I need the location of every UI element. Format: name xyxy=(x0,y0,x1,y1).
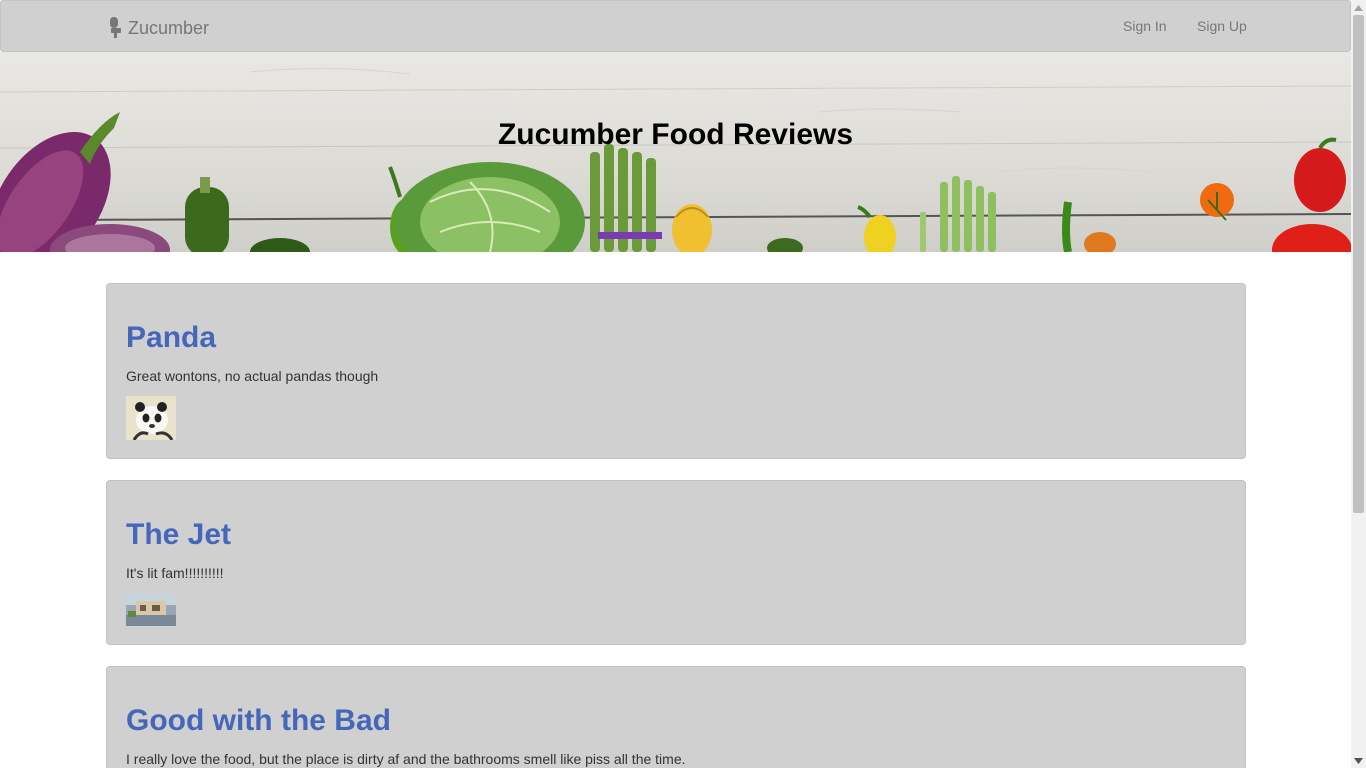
sign-in-link[interactable]: Sign In xyxy=(1123,18,1167,34)
review-card: Good with the Bad I really love the food… xyxy=(106,666,1246,768)
review-card: Panda Great wontons, no actual pandas th… xyxy=(106,283,1246,459)
scroll-up-arrow-icon[interactable] xyxy=(1351,0,1366,15)
brand-link[interactable]: Zucumber xyxy=(108,15,209,41)
scrollbar-thumb[interactable] xyxy=(1353,15,1364,513)
panda-thumbnail[interactable] xyxy=(126,396,176,440)
review-card: The Jet It's lit fam!!!!!!!!!! xyxy=(106,480,1246,645)
review-title-link[interactable]: Panda xyxy=(126,321,216,355)
navbar: Zucumber Sign In Sign Up xyxy=(0,0,1351,52)
vegetables-banner-image xyxy=(0,67,1351,252)
page-scrollbar[interactable] xyxy=(1351,0,1366,768)
brand-name: Zucumber xyxy=(128,17,210,38)
review-title-link[interactable]: Good with the Bad xyxy=(126,704,391,738)
review-text: Great wontons, no actual pandas though xyxy=(126,368,379,384)
restaurant-thumbnail[interactable] xyxy=(126,593,176,626)
page-title: Zucumber Food Reviews xyxy=(497,118,854,151)
sign-up-link[interactable]: Sign Up xyxy=(1197,18,1247,34)
ice-cream-icon xyxy=(108,17,122,39)
review-text: It's lit fam!!!!!!!!!! xyxy=(126,565,224,581)
review-title-link[interactable]: The Jet xyxy=(126,518,231,552)
scroll-down-arrow-icon[interactable] xyxy=(1351,753,1366,768)
hero-banner: Zucumber Food Reviews xyxy=(0,52,1351,252)
review-text: I really love the food, but the place is… xyxy=(126,751,686,767)
